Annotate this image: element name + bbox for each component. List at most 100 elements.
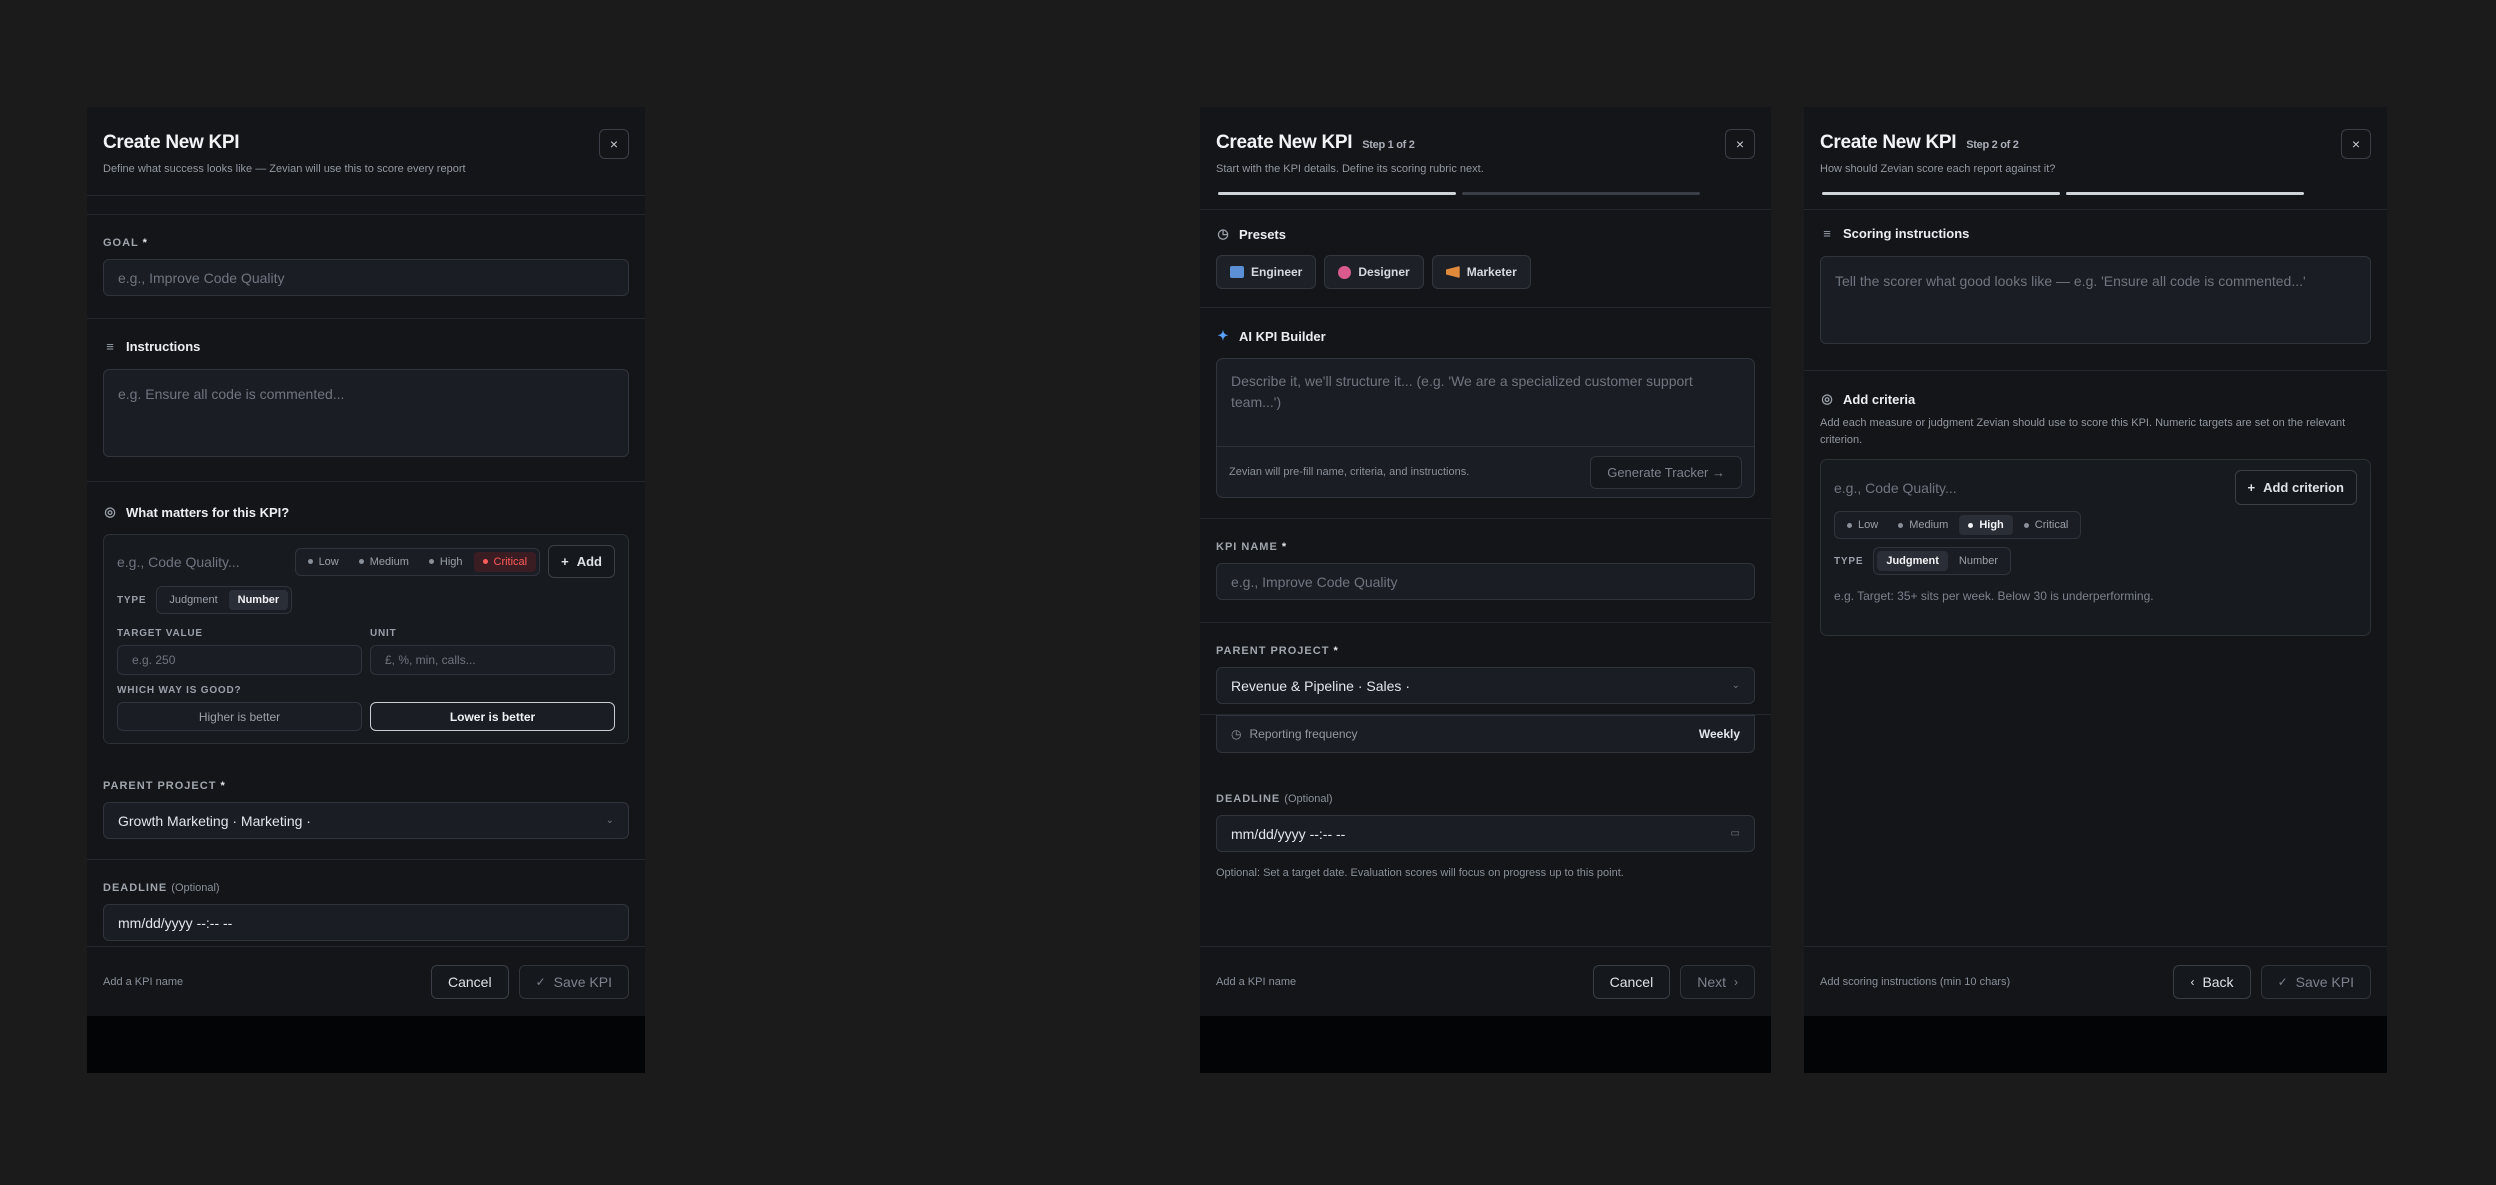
criterion-input[interactable]: e.g., Code Quality...: [117, 554, 295, 570]
generate-tracker-button[interactable]: Generate Tracker →: [1590, 455, 1742, 489]
add-button[interactable]: + Add: [548, 545, 615, 578]
unit-input[interactable]: £, %, min, calls...: [370, 645, 615, 675]
ai-builder-section: ✦ AI KPI Builder Describe it, we'll struc…: [1200, 308, 1771, 518]
back-button[interactable]: ‹ Back: [2173, 964, 2251, 999]
type-number[interactable]: Number: [1950, 551, 2007, 571]
deadline-input[interactable]: mm/dd/yyyy --:-- -- ▭: [1216, 815, 1755, 852]
dialog-scroll-area[interactable]: Create New KPI Step 2 of 2 How should Zev…: [1804, 107, 2387, 946]
lines-icon: ≡: [106, 339, 114, 354]
progress-step-1: [1218, 192, 1456, 195]
save-kpi-button[interactable]: ✓ Save KPI: [518, 964, 629, 999]
dialog-subtitle: Define what success looks like — Zevian …: [103, 163, 466, 175]
step-indicator: Step 1 of 2: [1362, 139, 1415, 151]
footer-hint: Add a KPI name: [103, 975, 184, 988]
close-button[interactable]: ×: [1725, 129, 1755, 159]
dialog-header: Create New KPI Step 2 of 2 How should Zev…: [1804, 107, 2387, 195]
preset-designer[interactable]: Designer: [1324, 255, 1424, 289]
ai-builder-card: Describe it, we'll structure it... (e.g.…: [1216, 358, 1755, 498]
plus-icon: +: [561, 554, 569, 569]
chevron-right-icon: ›: [1734, 974, 1738, 989]
priority-selector: Low Medium High Critical: [294, 547, 541, 576]
lower-is-better-button[interactable]: Lower is better: [370, 702, 615, 731]
check-icon: ✓: [2277, 974, 2288, 989]
megaphone-icon: [1445, 266, 1460, 278]
target-value-input[interactable]: e.g. 250: [117, 645, 362, 675]
criteria-title: Add criteria: [1843, 391, 1916, 407]
target-icon: ◎: [1821, 391, 1833, 406]
instructions-textarea[interactable]: e.g. Ensure all code is commented...: [103, 369, 629, 457]
target-icon: ◎: [104, 504, 116, 519]
deadline-input[interactable]: mm/dd/yyyy --:-- --: [103, 904, 629, 941]
scoring-textarea[interactable]: Tell the scorer what good looks like — e…: [1820, 256, 2371, 344]
priority-medium[interactable]: Medium: [350, 552, 418, 572]
goal-section: GOAL * e.g., Improve Code Quality: [87, 215, 645, 318]
matters-section: ◎ What matters for this KPI? e.g., Code Q…: [87, 482, 645, 760]
priority-medium[interactable]: Medium: [1889, 515, 1957, 535]
create-kpi-dialog-single: Create New KPI Define what success looks…: [87, 107, 645, 1073]
save-kpi-button[interactable]: ✓ Save KPI: [2260, 964, 2371, 999]
progress-step-2: [1462, 192, 1700, 195]
kpi-name-label: KPI NAME *: [1216, 541, 1288, 553]
priority-high[interactable]: High: [420, 552, 472, 572]
instructions-section: ≡ Instructions e.g. Ensure all code is co…: [87, 319, 645, 481]
frequency-value: Weekly: [1698, 727, 1740, 741]
criterion-card: e.g., Code Quality... Low Medium High Cr…: [103, 534, 629, 744]
type-selector: Judgment Number: [1873, 547, 2012, 575]
next-button[interactable]: Next ›: [1680, 964, 1755, 999]
create-kpi-dialog-step2: Create New KPI Step 2 of 2 How should Zev…: [1804, 107, 2387, 1073]
type-judgment[interactable]: Judgment: [1877, 551, 1948, 571]
close-button[interactable]: ×: [2341, 129, 2371, 159]
parent-project-section: PARENT PROJECT * Growth Marketing · Mark…: [87, 760, 645, 859]
parent-project-select[interactable]: Revenue & Pipeline · Sales · ⌄: [1216, 667, 1755, 704]
deadline-hint: Optional: Set a target date. Evaluation …: [1216, 867, 1624, 879]
step-progress: [1822, 192, 2304, 195]
dialog-header: Create New KPI Step 1 of 2 Start with the…: [1200, 107, 1771, 195]
dialog-scroll-area[interactable]: Create New KPI Step 1 of 2 Start with the…: [1200, 107, 1771, 946]
type-label: TYPE: [1834, 555, 1864, 567]
step-progress: [1218, 192, 1700, 195]
clock-icon: ◷: [1231, 727, 1242, 741]
presets-section: ◷ Presets Engineer Designer Marketer: [1200, 210, 1771, 307]
higher-is-better-button[interactable]: Higher is better: [117, 702, 362, 731]
deadline-label: DEADLINE (Optional): [103, 882, 220, 894]
priority-high[interactable]: High: [1959, 515, 2013, 535]
type-number[interactable]: Number: [228, 590, 289, 610]
criterion-card: e.g., Code Quality... + Add criterion Low…: [1820, 459, 2371, 636]
dialog-title: Create New KPI Step 1 of 2: [1216, 132, 1415, 153]
preset-engineer[interactable]: Engineer: [1216, 255, 1317, 289]
ai-hint: Zevian will pre-fill name, criteria, and…: [1229, 466, 1470, 478]
cancel-button[interactable]: Cancel: [1592, 964, 1671, 999]
calendar-icon: ▭: [1730, 828, 1740, 839]
parent-project-select[interactable]: Growth Marketing · Marketing · ⌄: [103, 802, 629, 839]
type-judgment[interactable]: Judgment: [160, 590, 226, 610]
type-selector: Judgment Number: [156, 586, 293, 614]
type-label: TYPE: [117, 594, 147, 606]
ai-builder-title: AI KPI Builder: [1239, 328, 1326, 344]
close-icon: ×: [609, 136, 619, 152]
dialog-footer: Add a KPI name Cancel ✓ Save KPI: [87, 946, 645, 1016]
reporting-frequency-row[interactable]: ◷ Reporting frequency Weekly: [1216, 715, 1755, 753]
dialog-subtitle: Start with the KPI details. Define its s…: [1216, 163, 1484, 175]
goal-input[interactable]: e.g., Improve Code Quality: [103, 259, 629, 296]
clock-icon: ◷: [1217, 226, 1229, 241]
laptop-icon: [1230, 266, 1244, 278]
criterion-input[interactable]: e.g., Code Quality...: [1834, 480, 2235, 496]
deadline-label: DEADLINE (Optional): [1216, 793, 1333, 805]
ai-describe-textarea[interactable]: Describe it, we'll structure it... (e.g.…: [1217, 359, 1754, 446]
dialog-title: Create New KPI Step 2 of 2: [1820, 132, 2019, 153]
preset-marketer[interactable]: Marketer: [1431, 255, 1531, 289]
kpi-name-input[interactable]: e.g., Improve Code Quality: [1216, 563, 1755, 600]
dialog-scroll-area[interactable]: Create New KPI Define what success looks…: [87, 107, 645, 946]
priority-low[interactable]: Low: [1838, 515, 1887, 535]
progress-step-1: [1822, 192, 2060, 195]
cancel-button[interactable]: Cancel: [430, 964, 509, 999]
parent-project-section: PARENT PROJECT * Revenue & Pipeline · Sa…: [1200, 623, 1771, 714]
priority-critical[interactable]: Critical: [473, 551, 537, 572]
presets-title: Presets: [1239, 226, 1286, 242]
priority-low[interactable]: Low: [299, 552, 348, 572]
dialog-title: Create New KPI: [103, 132, 240, 153]
close-button[interactable]: ×: [599, 129, 629, 159]
add-criterion-button[interactable]: + Add criterion: [2234, 470, 2357, 505]
priority-critical[interactable]: Critical: [2015, 515, 2078, 535]
deadline-section: DEADLINE (Optional) mm/dd/yyyy --:-- -- ▭…: [1200, 753, 1771, 895]
